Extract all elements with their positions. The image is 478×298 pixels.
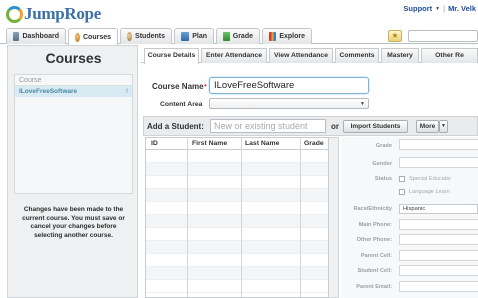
logo-text: JumpRope xyxy=(24,4,101,23)
explore-icon xyxy=(269,32,277,41)
main-phone-label: Main Phone: xyxy=(358,222,392,228)
grade-label: Grade xyxy=(375,143,392,149)
course-subtabs: Course Details Enter Attendance View Att… xyxy=(141,48,478,64)
table-scrollbar[interactable] xyxy=(329,137,339,298)
gender-label: Gender xyxy=(372,161,392,167)
chevron-down-icon: ▼ xyxy=(360,101,365,107)
course-list-header: Course xyxy=(15,75,132,86)
language-learner-checkbox[interactable] xyxy=(399,189,405,195)
tab-enter-attendance[interactable]: Enter Attendance xyxy=(201,48,267,63)
tab-mastery[interactable]: Mastery xyxy=(381,48,419,63)
top-links: Support ▼ | Mr. Velk xyxy=(403,4,476,13)
nav-tab-label: Courses xyxy=(82,33,111,41)
column-header-last-name[interactable]: Last Name xyxy=(245,140,279,147)
jumprope-logo[interactable]: JumpRope xyxy=(6,4,101,24)
tab-comments[interactable]: Comments xyxy=(335,48,379,63)
favorites-star-button[interactable]: ★ xyxy=(388,30,402,42)
status-label: Status xyxy=(374,176,392,182)
column-header-grade[interactable]: Grade xyxy=(304,140,324,147)
course-name-input[interactable]: ILoveFreeSoftware xyxy=(209,77,369,94)
parent-cell-label: Parent Cell: xyxy=(360,253,392,259)
course-item-name: ILoveFreeSoftware xyxy=(19,88,78,95)
nav-tab-label: Students xyxy=(135,33,165,40)
nav-tab-label: Grade xyxy=(232,33,253,40)
tab-course-details[interactable]: Course Details xyxy=(144,48,199,64)
grade-icon xyxy=(223,32,230,41)
nav-tab-label: Dashboard xyxy=(22,33,59,40)
other-phone-input[interactable] xyxy=(399,234,478,245)
plan-icon xyxy=(181,32,190,41)
column-header-first-name[interactable]: First Name xyxy=(192,140,227,147)
nav-tab-students[interactable]: Students xyxy=(120,28,172,44)
tab-view-attendance[interactable]: View Attendance xyxy=(269,48,333,63)
special-education-label: Special Educatio xyxy=(409,176,451,182)
parent-cell-input[interactable] xyxy=(399,250,478,261)
unsaved-mark: ! xyxy=(125,88,128,95)
nav-tab-dashboard[interactable]: Dashboard xyxy=(6,28,66,44)
grade-field[interactable] xyxy=(399,139,478,150)
course-list-item[interactable]: ILoveFreeSoftware ! xyxy=(15,86,132,97)
gender-field[interactable] xyxy=(399,157,478,168)
special-education-checkbox[interactable] xyxy=(399,176,405,182)
main-nav: Dashboard Courses Students Plan Grade Ex… xyxy=(0,28,478,45)
logo-mark-icon xyxy=(6,5,23,23)
students-icon xyxy=(127,32,133,41)
tab-other-reports[interactable]: Other Re xyxy=(421,48,478,63)
student-cell-label: Student Cell: xyxy=(357,268,393,274)
column-divider xyxy=(300,138,301,297)
add-student-input[interactable]: New or existing student xyxy=(210,119,326,133)
parent-email-input[interactable] xyxy=(399,281,478,292)
support-link[interactable]: Support xyxy=(403,4,432,13)
course-list: Course ILoveFreeSoftware ! xyxy=(14,74,133,194)
global-search-input[interactable] xyxy=(408,30,478,42)
nav-tab-courses[interactable]: Courses xyxy=(68,28,118,45)
students-table: ID First Name Last Name Grade xyxy=(145,137,329,298)
top-links-separator: | xyxy=(443,4,446,13)
column-divider xyxy=(241,138,242,297)
column-divider xyxy=(187,138,188,297)
nav-tab-plan[interactable]: Plan xyxy=(174,28,214,44)
race-ethnicity-label: Race/Ethnicity xyxy=(353,206,392,212)
or-label: or xyxy=(331,122,339,131)
main-phone-input[interactable] xyxy=(399,219,478,230)
nav-tab-explore[interactable]: Explore xyxy=(262,28,312,44)
student-detail-pane: Grade Gender Status Special Educatio Lan… xyxy=(341,137,478,298)
dashboard-icon xyxy=(13,32,20,41)
add-student-label: Add a Student: xyxy=(147,122,204,131)
nav-tab-label: Plan xyxy=(192,33,207,40)
course-name-label: Course Name xyxy=(152,82,204,91)
star-icon: ★ xyxy=(391,31,399,40)
user-menu-link[interactable]: Mr. Velk xyxy=(448,4,476,13)
race-ethnicity-select[interactable]: Hispanic xyxy=(399,204,478,214)
courses-sidebar: Courses Course ILoveFreeSoftware ! Chang… xyxy=(7,45,138,298)
column-header-id[interactable]: ID xyxy=(151,140,158,147)
courses-icon xyxy=(75,32,80,42)
import-students-button[interactable]: Import Students xyxy=(343,120,408,133)
nav-tab-label: Explore xyxy=(279,33,305,40)
other-phone-label: Other Phone: xyxy=(356,237,392,243)
more-button[interactable]: More xyxy=(416,120,439,133)
language-learner-label: Language Learn xyxy=(409,189,450,195)
unsaved-changes-message: Changes have been made to the current co… xyxy=(22,206,125,239)
more-dropdown-icon[interactable]: ▼ xyxy=(439,120,448,133)
course-panel: Course Details Enter Attendance View Att… xyxy=(141,45,478,298)
content-area-label: Content Area xyxy=(160,101,203,108)
app-header: JumpRope Support ▼ | Mr. Velk xyxy=(0,0,478,26)
student-cell-input[interactable] xyxy=(399,265,478,276)
nav-tab-grade[interactable]: Grade xyxy=(216,28,260,44)
required-marker: • xyxy=(204,81,207,90)
support-caret-icon[interactable]: ▼ xyxy=(435,6,440,12)
add-student-bar: Add a Student: New or existing student o… xyxy=(143,116,478,136)
content-area-select[interactable]: ▼ xyxy=(209,98,369,109)
sidebar-title: Courses xyxy=(45,50,102,66)
parent-email-label: Parent Email: xyxy=(356,284,392,290)
